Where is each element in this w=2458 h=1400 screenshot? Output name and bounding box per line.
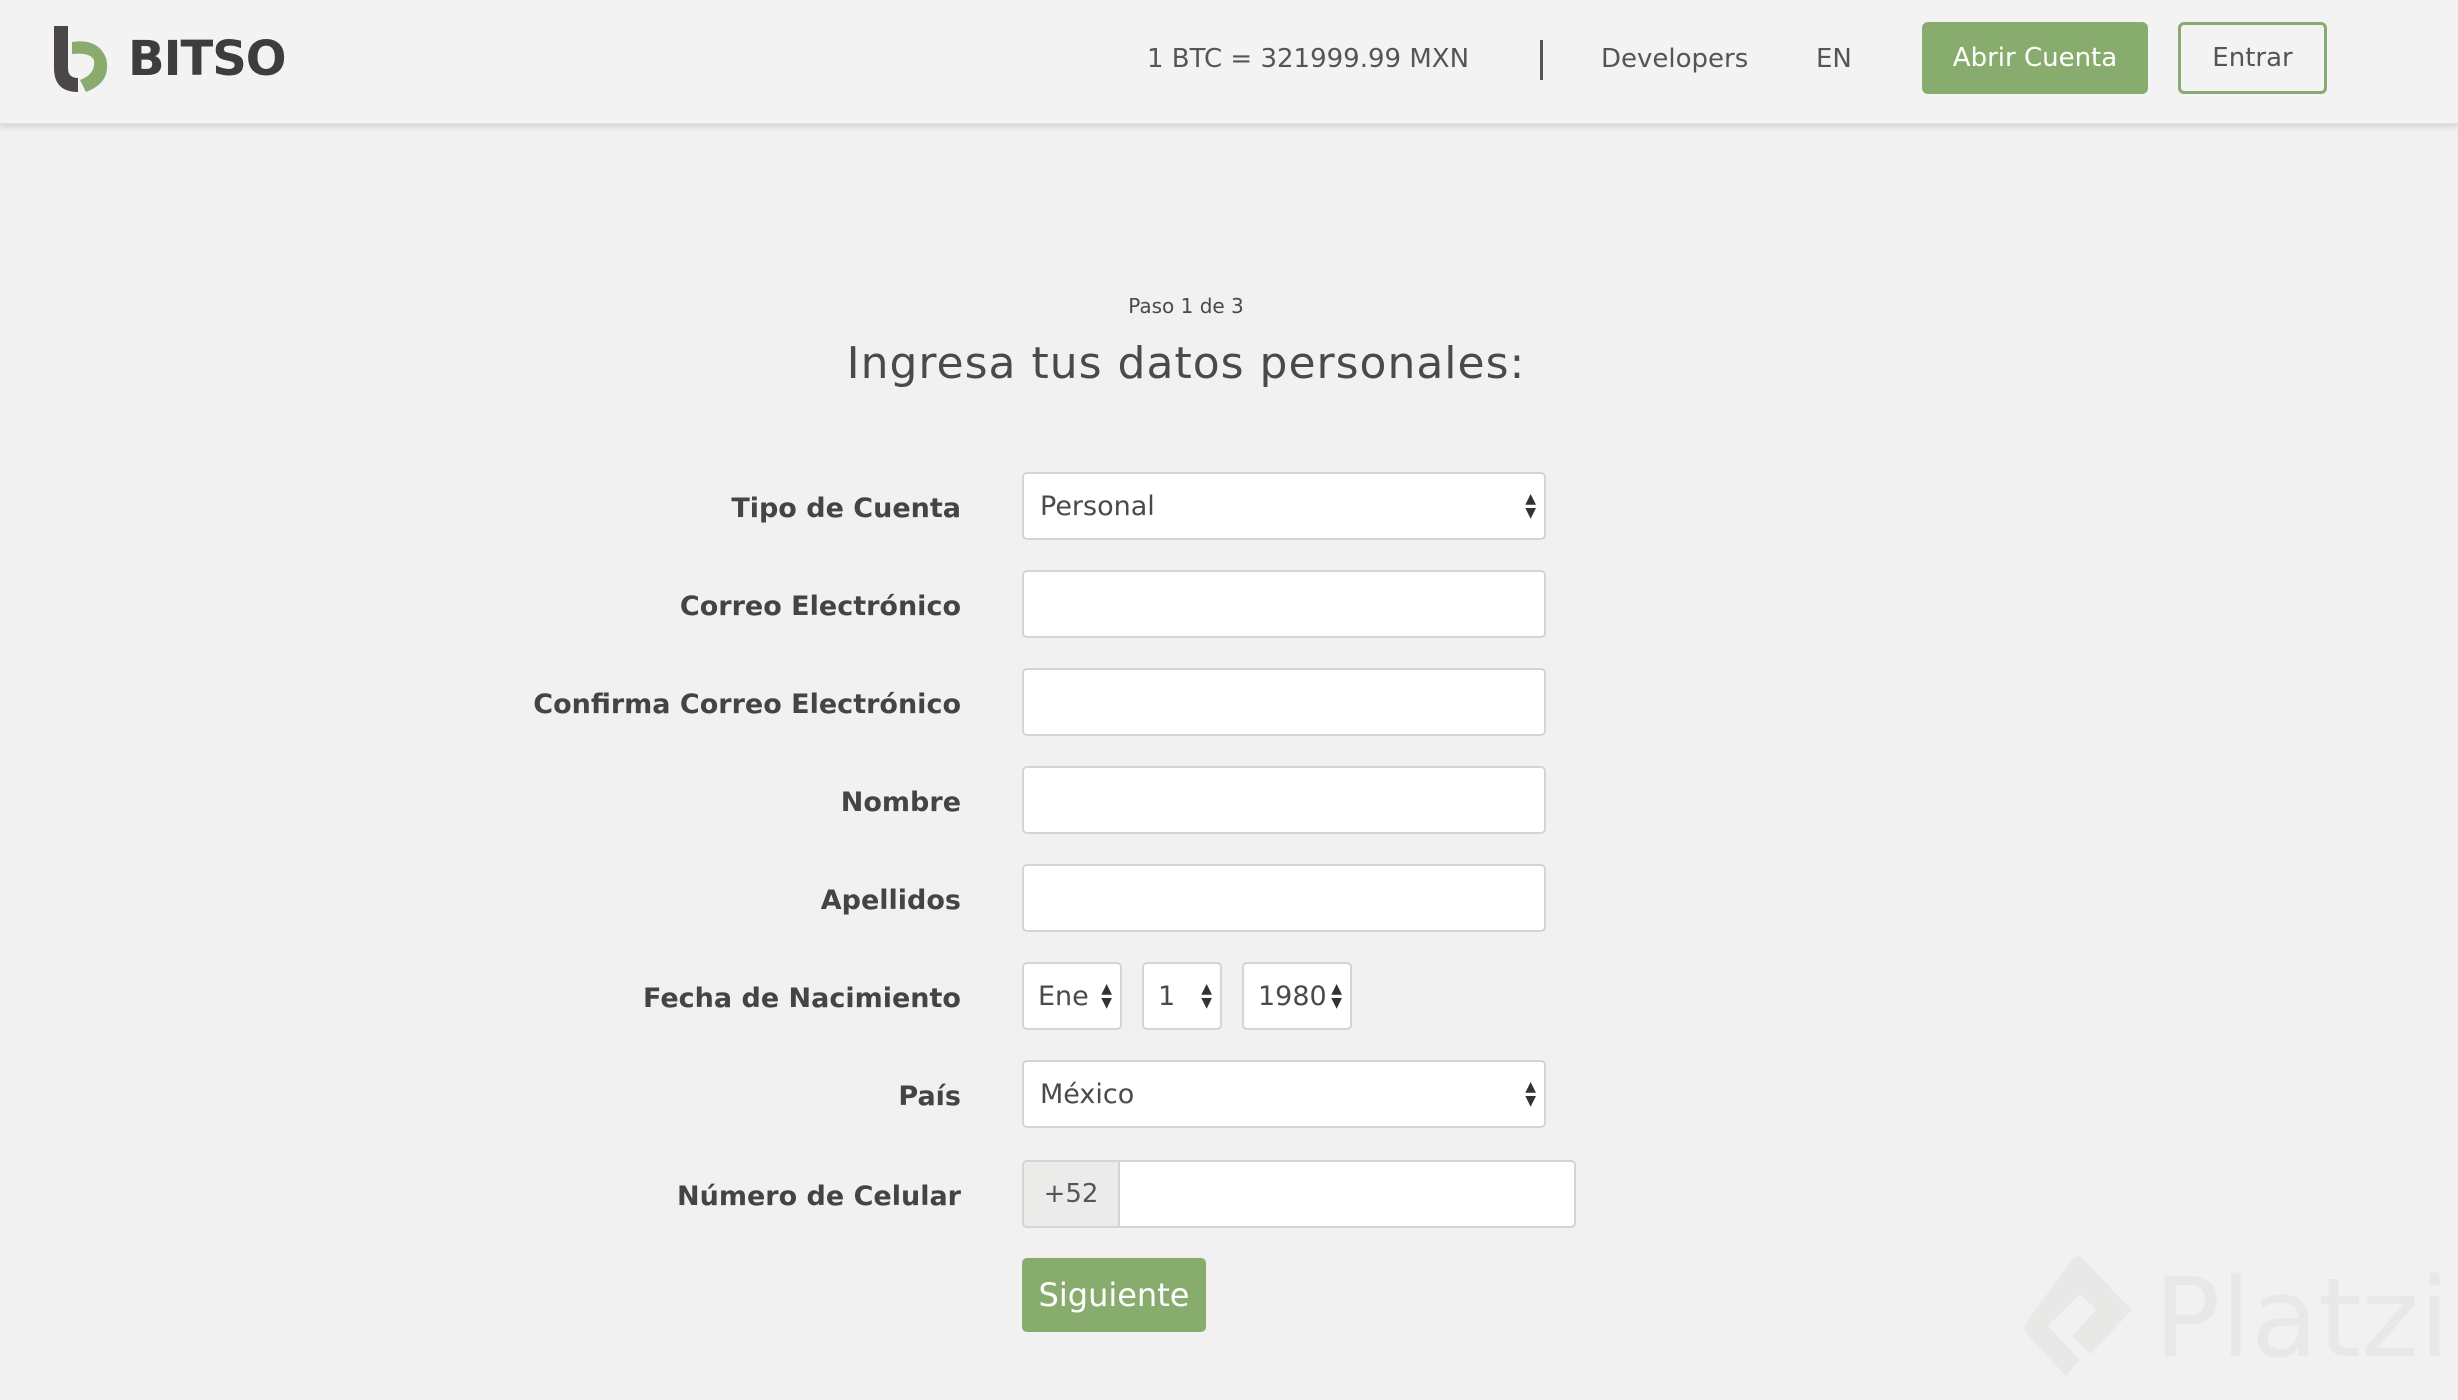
account-type-label: Tipo de Cuenta: [731, 492, 961, 524]
confirm-email-label: Confirma Correo Electrónico: [533, 688, 961, 720]
country-value: México: [1040, 1078, 1135, 1110]
developers-link[interactable]: Developers: [1601, 44, 1748, 74]
phone-prefix: +52: [1024, 1162, 1120, 1226]
page-title: Ingresa tus datos personales:: [846, 338, 1526, 389]
account-type-value: Personal: [1040, 490, 1155, 522]
birth-date-label: Fecha de Nacimiento: [642, 982, 961, 1014]
country-select[interactable]: México ▲ ▼: [1022, 1060, 1546, 1128]
phone-field-group: +52: [1022, 1160, 1576, 1228]
birth-day-select[interactable]: 1 ▲ ▼: [1142, 962, 1222, 1030]
phone-label: Número de Celular: [677, 1180, 961, 1212]
birth-month-select[interactable]: Ene ▲ ▼: [1022, 962, 1122, 1030]
first-name-field[interactable]: [1022, 766, 1546, 834]
step-indicator: Paso 1 de 3: [1128, 294, 1244, 318]
select-arrows-icon: ▲ ▼: [1201, 981, 1212, 1011]
select-arrows-icon: ▲ ▼: [1525, 491, 1536, 521]
birth-month-value: Ene: [1038, 980, 1089, 1012]
login-button[interactable]: Entrar: [2178, 22, 2327, 94]
top-header: BITSO 1 BTC = 321999.99 MXN Developers E…: [0, 0, 2458, 124]
open-account-button[interactable]: Abrir Cuenta: [1922, 22, 2148, 94]
select-arrows-icon: ▲ ▼: [1101, 981, 1112, 1011]
first-name-label: Nombre: [840, 786, 961, 818]
email-label: Correo Electrónico: [679, 590, 961, 622]
phone-input[interactable]: [1120, 1162, 1574, 1226]
last-name-field[interactable]: [1022, 864, 1546, 932]
platzi-logo-icon: [2025, 1256, 2132, 1376]
language-link[interactable]: EN: [1816, 44, 1852, 74]
next-button[interactable]: Siguiente: [1022, 1258, 1206, 1332]
platzi-watermark: Platzi: [2020, 1250, 2450, 1386]
confirm-email-field[interactable]: [1022, 668, 1546, 736]
btc-rate: 1 BTC = 321999.99 MXN: [1147, 44, 1470, 74]
watermark-text: Platzi: [2154, 1254, 2450, 1382]
select-arrows-icon: ▲ ▼: [1525, 1079, 1536, 1109]
birth-year-value: 1980: [1258, 980, 1327, 1012]
bitso-logo[interactable]: BITSO: [50, 24, 287, 94]
select-arrows-icon: ▲ ▼: [1331, 981, 1342, 1011]
birth-year-select[interactable]: 1980 ▲ ▼: [1242, 962, 1352, 1030]
last-name-label: Apellidos: [820, 884, 961, 916]
country-label: País: [898, 1080, 961, 1112]
header-divider: [1540, 40, 1543, 80]
email-field[interactable]: [1022, 570, 1546, 638]
birth-day-value: 1: [1158, 980, 1176, 1012]
bitso-logo-icon: [54, 26, 108, 92]
brand-name: BITSO: [128, 31, 287, 87]
account-type-select[interactable]: Personal ▲ ▼: [1022, 472, 1546, 540]
